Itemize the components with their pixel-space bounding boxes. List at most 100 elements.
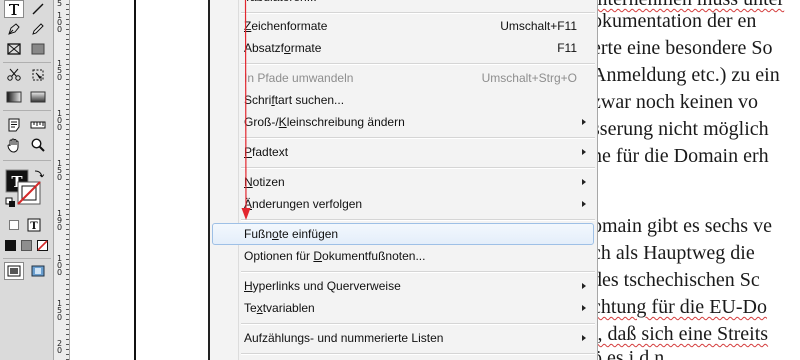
- ruler-tick: [66, 19, 69, 20]
- ruler-tick: [66, 154, 69, 155]
- menu-item-notes[interactable]: Notizen: [240, 171, 596, 193]
- ruler-tick: [66, 24, 69, 25]
- ruler-label: 190: [56, 209, 63, 232]
- pen-tool-icon[interactable]: [4, 20, 24, 38]
- ruler-tick: [66, 99, 69, 100]
- submenu-arrow-icon: [582, 119, 586, 125]
- menu-item-label: Hyperlinks und Querverweise: [244, 279, 401, 293]
- text-line: ch als Hauptweg die: [592, 242, 755, 264]
- apply-gradient-icon[interactable]: [21, 240, 32, 251]
- menu-item-label: Aufzählungs- und nummerierte Listen: [244, 331, 444, 345]
- gradient-feather-tool-icon[interactable]: [28, 88, 48, 106]
- ruler-tick: [66, 64, 69, 65]
- menu-item-change-case[interactable]: Groß-/Kleinschreibung ändern: [240, 111, 596, 133]
- menu-item-hyperlinks[interactable]: Hyperlinks und Querverweise: [240, 275, 596, 297]
- menu-item-label: Änderungen verfolgen: [244, 197, 363, 211]
- hand-tool-icon[interactable]: [4, 136, 24, 154]
- rectangle-frame-tool-icon[interactable]: [4, 40, 24, 58]
- ruler-tick: [66, 69, 69, 70]
- fill-stroke-swatches[interactable]: T: [4, 168, 50, 212]
- gradient-swatch-tool-icon[interactable]: [4, 88, 24, 106]
- text-line: des tschechischen Sc: [592, 269, 760, 291]
- menu-item-text-variables[interactable]: Textvariablen: [240, 297, 596, 319]
- ruler-tick: [66, 144, 69, 145]
- menu-separator: [241, 63, 595, 65]
- menu-item-create-outlines[interactable]: In Pfade umwandeln Umschalt+Strg+O: [240, 67, 596, 89]
- ruler-tick: [66, 254, 69, 255]
- menu-item-track-changes[interactable]: Änderungen verfolgen: [240, 193, 596, 215]
- text-line: erte eine besondere So: [592, 37, 773, 59]
- text-line: Anmeldung etc.) zu ein: [592, 64, 780, 86]
- ruler-tick: [66, 134, 69, 135]
- ruler-tick: [66, 329, 69, 330]
- ruler-tick: [66, 14, 69, 15]
- ruler-tick: [66, 269, 69, 270]
- document-text-frame[interactable]: internehmen muss unter okumentation der …: [592, 0, 800, 360]
- menu-item-tabs[interactable]: Tabulatoren...: [240, 0, 596, 8]
- ruler-tick: [66, 239, 69, 240]
- ruler-tick: [66, 319, 69, 320]
- menu-item-insert-footnote[interactable]: Fußnote einfügen: [212, 223, 594, 245]
- ruler-tick: [66, 169, 69, 170]
- ruler-label: 150: [56, 299, 63, 322]
- ruler-tick: [66, 244, 69, 245]
- menu-item-label: Zeichenformate: [244, 19, 328, 33]
- normal-view-icon[interactable]: [4, 262, 24, 280]
- ruler-tick: [66, 344, 69, 345]
- formatting-text-icon[interactable]: T: [24, 216, 44, 234]
- menu-item-find-font[interactable]: Schriftart suchen...: [240, 89, 596, 111]
- ruler-tick: [66, 79, 69, 80]
- menu-item-label: In Pfade umwandeln: [244, 71, 354, 85]
- ruler-tick: [66, 164, 69, 165]
- ruler-tick: [66, 194, 69, 195]
- preview-mode-icon[interactable]: [28, 262, 48, 280]
- tools-panel: T T: [0, 0, 54, 360]
- ruler-tick: [66, 129, 69, 130]
- apply-color-icon[interactable]: [5, 240, 16, 251]
- ruler-tick: [66, 304, 69, 305]
- ruler-tick: [66, 54, 69, 55]
- scissors-tool-icon[interactable]: [4, 66, 24, 84]
- menu-item-label: Fußnote einfügen: [244, 227, 339, 241]
- ruler-tick: [66, 349, 69, 350]
- apply-none-icon[interactable]: [37, 240, 48, 251]
- rectangle-tool-icon[interactable]: [28, 40, 48, 58]
- menu-item-shortcut: Umschalt+Strg+O: [481, 71, 577, 85]
- menu-item-shortcut: F11: [557, 41, 577, 55]
- text-line: t, daß sich eine Streits: [592, 323, 769, 345]
- submenu-arrow-icon: [582, 283, 586, 289]
- ruler-tick: [66, 139, 69, 140]
- menu-separator: [241, 323, 595, 325]
- ruler-tick: [66, 299, 69, 300]
- ruler-tick: [66, 199, 69, 200]
- free-transform-tool-icon[interactable]: [28, 66, 48, 84]
- ruler-tick: [66, 339, 69, 340]
- menu-item-type-on-path[interactable]: Pfadtext: [240, 141, 596, 163]
- formatting-container-icon[interactable]: [4, 216, 24, 234]
- menu-item-character-formats[interactable]: Zeichenformate Umschalt+F11: [240, 15, 596, 37]
- menu-item-bulleted-numbered-lists[interactable]: Aufzählungs- und nummerierte Listen: [240, 327, 596, 349]
- zoom-tool-icon[interactable]: [28, 136, 48, 154]
- ruler-tick: [66, 39, 69, 40]
- menu-item-label: Optionen für Dokumentfußnoten...: [244, 249, 426, 263]
- ruler-tick: [66, 159, 69, 160]
- ruler-tick: [66, 284, 69, 285]
- ruler-tick: [66, 9, 69, 10]
- type-tool-icon[interactable]: [4, 0, 24, 18]
- menu-item-footnote-options[interactable]: Optionen für Dokumentfußnoten...: [240, 245, 596, 267]
- menu-item-paragraph-formats[interactable]: Absatzformate F11: [240, 37, 596, 59]
- ruler-label: 100: [56, 254, 63, 277]
- line-tool-icon[interactable]: [28, 0, 48, 18]
- ruler-tick: [66, 114, 69, 115]
- menu-separator: [241, 137, 595, 139]
- svg-text:T: T: [30, 221, 38, 232]
- note-tool-icon[interactable]: [4, 116, 24, 134]
- pencil-tool-icon[interactable]: [28, 20, 48, 38]
- measure-tool-icon[interactable]: [28, 116, 48, 134]
- ruler-tick: [66, 294, 69, 295]
- ruler-tick: [66, 29, 69, 30]
- ruler-tick: [66, 104, 69, 105]
- ruler-tick: [66, 279, 69, 280]
- menu-separator: [241, 271, 595, 273]
- menu-separator: [241, 167, 595, 169]
